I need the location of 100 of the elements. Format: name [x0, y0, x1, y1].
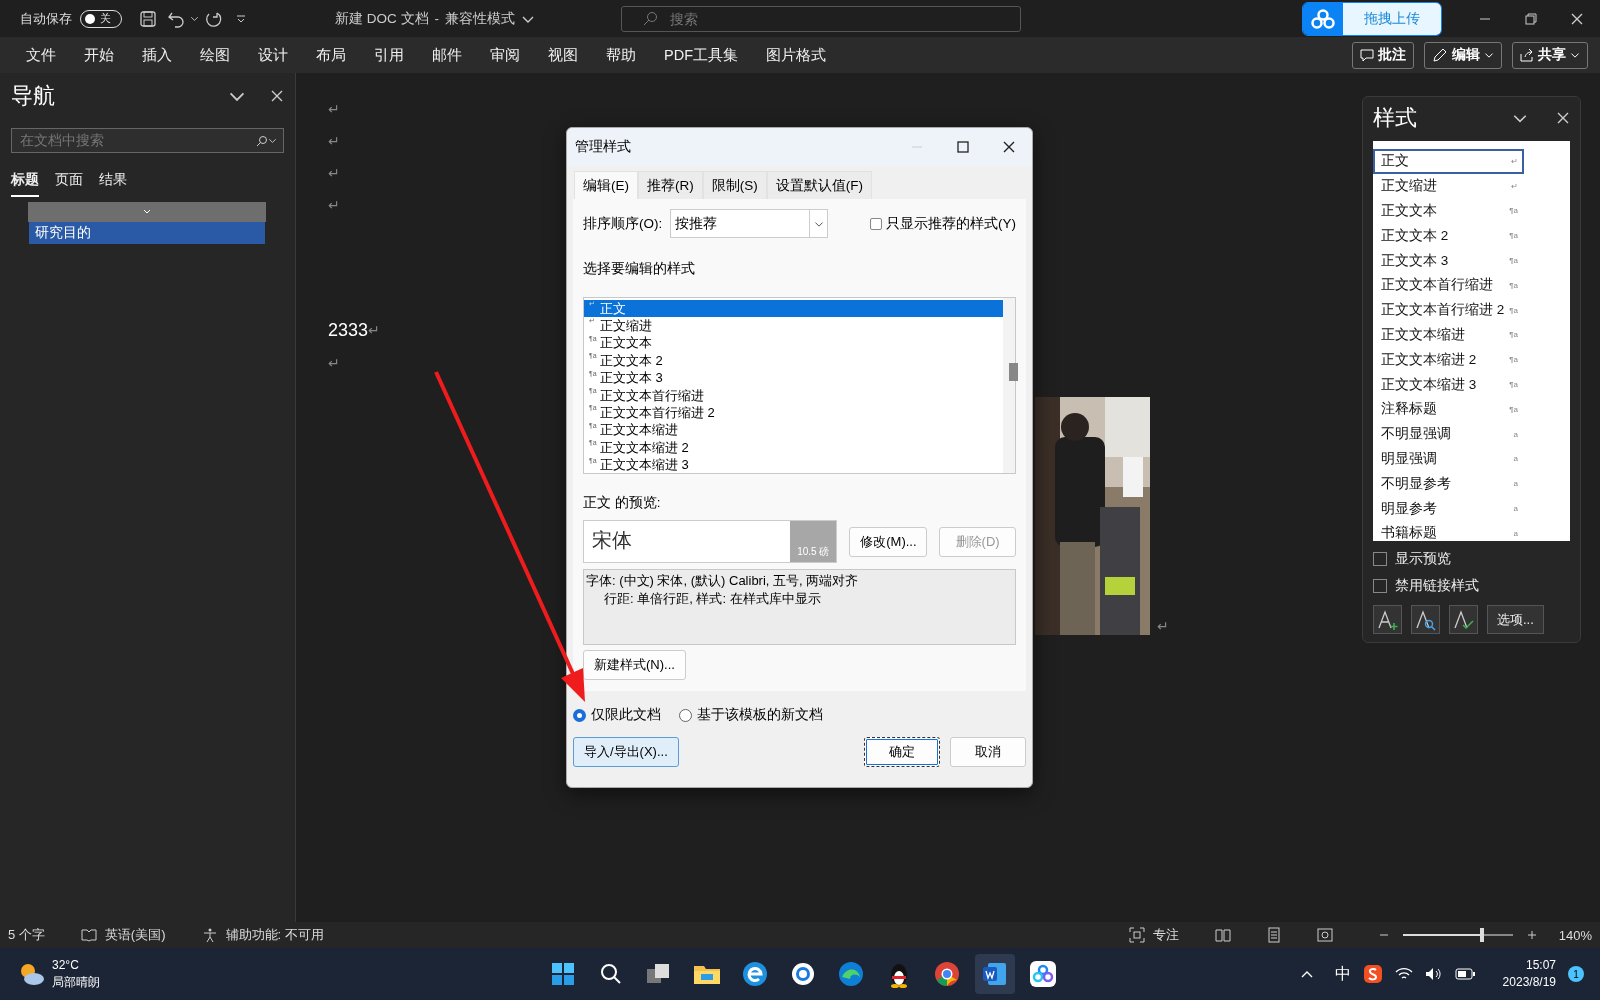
input-method[interactable]: 中 [1334, 963, 1351, 985]
chevron-down-icon[interactable] [190, 14, 199, 23]
menu-tab[interactable]: 插入 [130, 45, 184, 65]
menu-tab[interactable]: 视图 [536, 45, 590, 65]
nav-tab[interactable]: 结果 [99, 171, 127, 197]
word-count[interactable]: 5 个字 [8, 926, 45, 944]
option-checkbox[interactable]: 显示预览 [1373, 550, 1570, 568]
accessibility-icon[interactable] [201, 927, 218, 943]
menu-tab[interactable]: 开始 [72, 45, 126, 65]
style-item[interactable]: 注释标题 ¶a [1373, 396, 1524, 422]
menu-tab[interactable]: 文件 [14, 45, 68, 65]
new-style-button[interactable] [1373, 605, 1402, 634]
style-inspector-button[interactable] [1411, 605, 1440, 634]
nav-tab[interactable]: 标题 [11, 171, 39, 197]
style-item[interactable]: 正文文本 3 ¶a [1373, 248, 1524, 273]
wifi-icon[interactable] [1394, 967, 1413, 981]
options-button[interactable]: 选项... [1487, 605, 1544, 634]
chevron-down-icon[interactable] [1570, 50, 1580, 60]
modify-button[interactable]: 修改(M)... [849, 526, 928, 557]
style-description: 字体: (中文) 宋体, (默认) Calibri, 五号, 两端对齐 行距: 单倍行距, 样式: 在样式库中显示 [583, 569, 1016, 645]
language-status[interactable]: 英语(美国) [104, 926, 166, 944]
maximize-icon[interactable] [957, 141, 969, 153]
chevron-up-icon[interactable] [1300, 969, 1313, 979]
book-icon[interactable] [80, 928, 97, 942]
save-icon[interactable] [139, 9, 157, 28]
style-item[interactable]: 正文文本缩进 2 ¶a [1373, 347, 1524, 373]
search-field[interactable]: 搜索 [668, 9, 968, 28]
sort-select[interactable]: 按推荐 [670, 209, 829, 238]
style-item[interactable]: 正文文本首行缩进 ¶a [1373, 273, 1524, 298]
search-box[interactable]: 搜索 [621, 5, 1021, 32]
style-item[interactable]: 正文文本 ¶a [1373, 198, 1524, 224]
style-item[interactable]: 书籍标题 a [1373, 520, 1524, 541]
editing-button[interactable]: 编辑 [1424, 41, 1502, 69]
style-item[interactable]: 正文文本缩进 ¶a [1373, 322, 1524, 348]
input-method-s-icon[interactable] [1362, 964, 1383, 984]
cloud-app-icon[interactable] [1029, 960, 1057, 988]
menu-tab[interactable]: 设计 [246, 45, 300, 65]
recommended-only-checkbox[interactable]: 只显示推荐的样式(Y) [870, 214, 1016, 233]
style-item[interactable]: 明显参考 a [1373, 496, 1524, 521]
new-style-button[interactable]: 新建样式(N)... [583, 650, 686, 680]
menu-tab[interactable]: 绘图 [188, 45, 242, 65]
style-item[interactable]: 正文 ↵ [1373, 149, 1524, 174]
cancel-button[interactable]: 取消 [950, 737, 1026, 767]
search-icon[interactable] [599, 962, 623, 986]
browser-e-icon[interactable] [742, 961, 768, 987]
zoom-in-icon[interactable] [1526, 930, 1537, 940]
clock-date[interactable]: 2023/8/19 [1502, 974, 1556, 991]
style-item[interactable]: 正文文本缩进 3 ¶a [1373, 372, 1524, 397]
menu-tab[interactable]: PDF工具集 [652, 45, 750, 65]
chrome-icon[interactable] [934, 961, 960, 987]
style-item[interactable]: 不明显参考 a [1373, 471, 1524, 497]
menu-tab[interactable]: 审阅 [478, 45, 532, 65]
dialog-tab[interactable]: 编辑(E) [574, 171, 638, 199]
focus-icon[interactable] [1128, 927, 1145, 943]
heading-item[interactable]: 研究目的 [29, 222, 265, 244]
chevron-down-icon[interactable] [1484, 50, 1494, 60]
comments-button[interactable]: 批注 [1352, 41, 1414, 69]
customize-icon[interactable] [236, 13, 246, 24]
dialog-tab[interactable]: 推荐(R) [638, 171, 703, 199]
upload-button[interactable]: 拖拽上传 [1302, 1, 1442, 36]
web-layout-icon[interactable] [1316, 927, 1333, 943]
style-item[interactable]: 不明显强调 a [1373, 421, 1524, 447]
compatibility-mode[interactable]: 兼容性模式 [445, 9, 515, 28]
style-item[interactable]: 正文缩进 ↵ [1373, 173, 1524, 199]
word-icon[interactable] [982, 961, 1008, 987]
search-field[interactable]: 在文档中搜索 [18, 132, 256, 149]
manage-styles-button[interactable] [1449, 605, 1478, 634]
menu-tab[interactable]: 图片格式 [754, 45, 838, 65]
import-export-button[interactable]: 导入/导出(X)... [573, 737, 679, 767]
battery-icon[interactable] [1454, 968, 1475, 980]
accessibility-status[interactable]: 辅助功能: 不可用 [225, 926, 324, 944]
clock-time[interactable]: 15:07 [1525, 957, 1556, 974]
dialog-tab[interactable]: 设置默认值(F) [766, 171, 872, 199]
menu-tab[interactable]: 布局 [304, 45, 358, 65]
read-mode-icon[interactable] [1214, 928, 1231, 942]
restore-icon[interactable] [1525, 12, 1537, 25]
style-item[interactable]: 正文文本首行缩进 2 ¶a [1373, 297, 1524, 323]
menu-tab[interactable]: 帮助 [594, 45, 648, 65]
option-checkbox[interactable]: 禁用链接样式 [1373, 577, 1570, 595]
share-button[interactable]: 共享 [1512, 41, 1588, 69]
style-item[interactable]: 明显强调 a [1373, 446, 1524, 472]
close-icon[interactable] [1002, 140, 1016, 154]
style-item[interactable]: 正文文本 2 ¶a [1373, 223, 1524, 249]
zoom-level[interactable]: 140% [1558, 927, 1592, 943]
nav-tab[interactable]: 页面 [55, 171, 83, 197]
menu-tab[interactable]: 邮件 [420, 45, 474, 65]
scope-radio[interactable]: 基于该模板的新文档 [679, 706, 823, 724]
chevron-down-icon[interactable] [268, 136, 277, 145]
volume-icon[interactable] [1424, 967, 1443, 981]
scope-radio[interactable]: 仅限此文档 [573, 706, 661, 724]
menu-tab[interactable]: 引用 [362, 45, 416, 65]
focus-mode[interactable]: 专注 [1152, 926, 1179, 944]
notification-badge[interactable]: 1 [1568, 966, 1584, 982]
task-view-icon[interactable] [646, 962, 672, 986]
print-layout-icon[interactable] [1266, 927, 1281, 943]
dialog-tab[interactable]: 限制(S) [702, 171, 767, 199]
ok-button[interactable]: 确定 [864, 737, 940, 767]
scrollbar[interactable] [1003, 298, 1015, 473]
wave-browser-icon[interactable] [838, 961, 864, 987]
search-box[interactable]: 在文档中搜索 [11, 128, 284, 153]
